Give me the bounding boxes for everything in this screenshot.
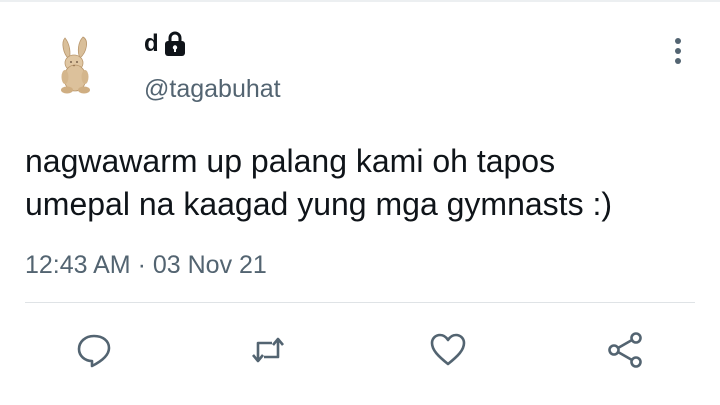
share-icon: [608, 332, 642, 368]
tweet-time: 12:43 AM: [25, 251, 131, 279]
tweet-timestamp: 12:43 AM · 03 Nov 21: [25, 249, 267, 281]
meta-separator: ·: [137, 251, 146, 279]
lock-icon: [164, 31, 185, 56]
reply-button[interactable]: [72, 328, 116, 372]
share-button[interactable]: [604, 328, 648, 372]
display-name-row[interactable]: d: [144, 30, 188, 58]
action-divider: [25, 302, 695, 303]
top-divider: [0, 0, 720, 2]
retweet-button[interactable]: [246, 328, 290, 372]
like-button[interactable]: [426, 328, 470, 372]
tweet-text: nagwawarm up palang kami oh tapos umepal…: [25, 143, 612, 222]
display-name: d: [144, 30, 159, 57]
avatar[interactable]: [43, 32, 107, 96]
tweet-date: 03 Nov 21: [152, 251, 267, 279]
reply-icon: [77, 334, 111, 368]
more-options-icon[interactable]: [664, 34, 692, 68]
user-handle[interactable]: @tagabuhat: [144, 74, 281, 104]
heart-icon: [430, 333, 466, 366]
bunny-plush-avatar-icon: [61, 36, 90, 94]
retweet-icon: [252, 337, 284, 363]
